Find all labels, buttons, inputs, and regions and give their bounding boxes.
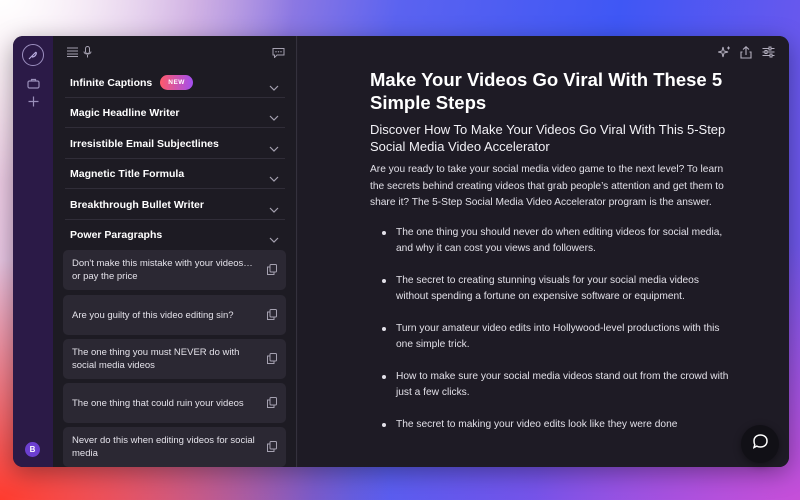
new-badge: NEW	[160, 75, 193, 90]
copy-icon[interactable]	[267, 397, 277, 412]
result-card[interactable]: Never do this when editing videos for so…	[63, 427, 286, 467]
plus-icon[interactable]	[25, 94, 41, 108]
result-card[interactable]: Are you guilty of this video editing sin…	[63, 295, 286, 335]
section-magic-headline-writer[interactable]: Magic Headline Writer	[65, 98, 285, 128]
chevron-down-icon[interactable]	[269, 230, 279, 248]
microphone-icon[interactable]	[81, 46, 93, 58]
section-email-subjectlines[interactable]: Irresistible Email Subjectlines	[65, 129, 285, 159]
document-title[interactable]: Make Your Videos Go Viral With These 5 S…	[370, 68, 730, 114]
document-intro[interactable]: Are you ready to take your social media …	[370, 162, 730, 212]
chat-bubble-icon	[752, 434, 768, 454]
share-icon[interactable]	[739, 45, 753, 59]
copy-icon[interactable]	[267, 309, 277, 324]
result-text: The one thing you must NEVER do with soc…	[72, 347, 240, 371]
briefcase-icon[interactable]	[25, 76, 41, 90]
chat-support-button[interactable]	[741, 425, 779, 463]
document-subtitle[interactable]: Discover How To Make Your Videos Go Vira…	[370, 122, 730, 155]
bullet-list: The one thing you should never do when e…	[370, 225, 730, 434]
chevron-down-icon[interactable]	[269, 108, 279, 126]
section-power-paragraphs[interactable]: Power Paragraphs	[65, 220, 285, 250]
section-label: Power Paragraphs	[70, 229, 163, 241]
result-text: Are you guilty of this video editing sin…	[72, 309, 234, 321]
app-window: B Infinite Captions NEW Magic Headline W…	[13, 36, 789, 467]
result-card[interactable]: Don't make this mistake with your videos…	[63, 250, 286, 290]
chevron-down-icon[interactable]	[269, 200, 279, 218]
result-text: Don't make this mistake with your videos…	[72, 258, 253, 282]
section-label: Magnetic Title Formula	[70, 167, 185, 180]
avatar[interactable]: B	[25, 442, 40, 457]
chat-bubble-icon[interactable]	[271, 46, 285, 58]
bullet-item[interactable]: The secret to creating stunning visuals …	[382, 273, 730, 306]
result-card[interactable]: The one thing you must NEVER do with soc…	[63, 339, 286, 379]
copy-icon[interactable]	[267, 264, 277, 279]
tools-panel: Infinite Captions NEW Magic Headline Wri…	[53, 36, 297, 467]
section-bullet-writer[interactable]: Breakthrough Bullet Writer	[65, 190, 285, 220]
result-text: The one thing that could ruin your video…	[72, 397, 244, 409]
bullet-item[interactable]: The one thing you should never do when e…	[382, 225, 730, 258]
sliders-icon[interactable]	[761, 45, 775, 59]
bullet-item[interactable]: How to make sure your social media video…	[382, 369, 730, 402]
chevron-down-icon[interactable]	[269, 139, 279, 157]
left-rail: B	[13, 36, 53, 467]
chevron-down-icon[interactable]	[269, 169, 279, 187]
section-magnetic-title-formula[interactable]: Magnetic Title Formula	[65, 159, 285, 189]
list-icon[interactable]	[66, 46, 78, 58]
section-label: Breakthrough Bullet Writer	[70, 198, 204, 211]
bullet-item[interactable]: The secret to making your video edits lo…	[382, 417, 730, 434]
chevron-down-icon[interactable]	[269, 78, 279, 96]
feather-logo-icon[interactable]	[22, 44, 44, 66]
panel-toolbar	[53, 44, 296, 64]
section-infinite-captions[interactable]: Infinite Captions NEW	[65, 68, 285, 98]
bullet-item[interactable]: Turn your amateur video edits into Holly…	[382, 321, 730, 354]
document-area: Make Your Videos Go Viral With These 5 S…	[298, 36, 789, 467]
sparkle-icon[interactable]	[717, 45, 731, 59]
copy-icon[interactable]	[267, 353, 277, 368]
section-label: Magic Headline Writer	[70, 106, 180, 119]
result-card[interactable]: The one thing that could ruin your video…	[63, 383, 286, 423]
section-label: Infinite Captions	[70, 76, 153, 89]
document: Make Your Videos Go Viral With These 5 S…	[370, 68, 730, 448]
section-label: Irresistible Email Subjectlines	[70, 137, 219, 150]
document-toolbar	[717, 45, 777, 63]
result-text: Never do this when editing videos for so…	[72, 435, 255, 459]
copy-icon[interactable]	[267, 441, 277, 456]
